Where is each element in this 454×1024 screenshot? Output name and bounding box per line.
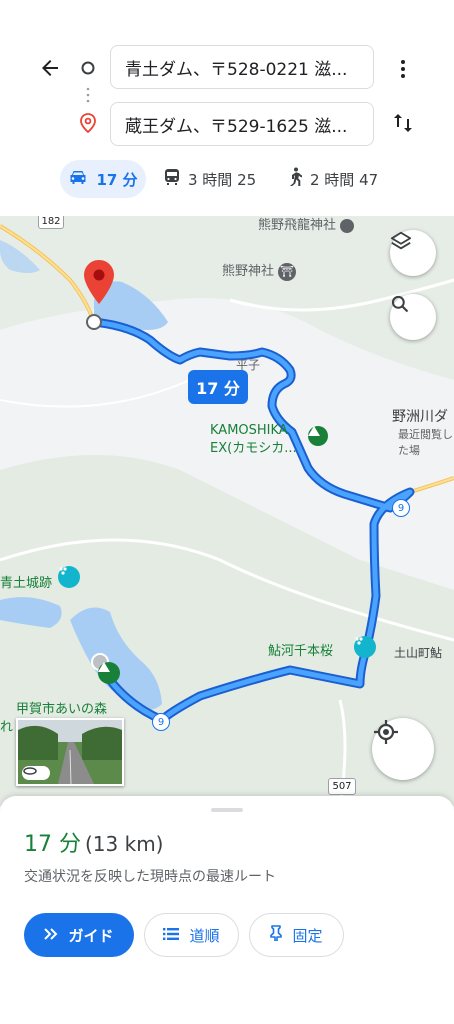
campground-icon[interactable]	[98, 662, 120, 684]
route-note: 交通状況を反映した現時点の最速ルート	[24, 869, 276, 885]
dots-connector-icon	[84, 86, 92, 104]
transit-icon	[164, 168, 180, 190]
walk-icon	[288, 167, 303, 191]
back-arrow-icon[interactable]	[34, 52, 66, 84]
landmark-icon[interactable]	[58, 566, 80, 588]
navigation-arrows-icon	[44, 926, 58, 944]
origin-circle-icon	[80, 60, 96, 76]
map-view[interactable]: 182 9 9 507 熊野飛龍神社 熊野神社 ⛩ 平子 野洲川ダ 最近閲覧した…	[0, 216, 454, 806]
route-summary: 17 分 (13 km)	[24, 826, 163, 858]
route-duration: 17 分	[24, 832, 81, 857]
guide-button[interactable]: ガイド	[24, 913, 134, 957]
steps-button[interactable]: 道順	[144, 913, 239, 957]
directions-header: 青土ダム、〒528-0221 滋... 蔵王ダム、〒529-1625 滋... …	[0, 0, 454, 216]
poi-ayukawa[interactable]: 鮎河千本桜	[268, 640, 333, 659]
my-location-button[interactable]	[372, 718, 434, 780]
guide-button-label: ガイド	[68, 926, 114, 945]
road-9-shield-north: 9	[392, 499, 410, 517]
route-time-badge[interactable]: 17 分	[188, 370, 248, 404]
search-button[interactable]	[390, 294, 436, 340]
layers-button[interactable]	[390, 230, 436, 276]
route-distance: (13 km)	[85, 832, 164, 856]
list-icon	[163, 926, 180, 944]
more-menu-icon[interactable]	[388, 54, 418, 84]
road-182-shield: 182	[38, 216, 64, 229]
shrine-icon	[340, 218, 355, 233]
poi-koka-ai[interactable]: 甲賀市あいの森	[16, 698, 107, 717]
poi-koka-sub: れ	[0, 720, 14, 735]
route-origin-dot	[86, 314, 102, 330]
pin-button[interactable]: 固定	[249, 913, 344, 957]
label-tsuchiyama: 土山町鮎	[394, 646, 443, 660]
street-view-icon	[22, 766, 50, 780]
poi-nosu-sub: 最近閲覧した場	[398, 428, 453, 457]
mode-transit-chip[interactable]: 3 時間 25	[164, 160, 256, 198]
route-summary-sheet: 17 分 (13 km) 交通状況を反映した現時点の最速ルート ガイド 道順 固…	[0, 796, 454, 1024]
poi-kumano[interactable]: 熊野神社 ⛩	[222, 260, 297, 281]
pin-button-label: 固定	[292, 926, 323, 945]
park-icon[interactable]	[354, 636, 376, 658]
destination-input[interactable]: 蔵王ダム、〒529-1625 滋...	[110, 102, 374, 146]
swap-icon[interactable]	[388, 108, 418, 138]
poi-nosu-dam[interactable]: 野洲川ダ	[392, 406, 448, 426]
pushpin-icon	[270, 925, 283, 945]
drag-handle[interactable]	[211, 808, 243, 812]
mode-walk-label: 2 時間 47	[310, 170, 379, 189]
poi-kumano-hiryu[interactable]: 熊野飛龍神社	[258, 216, 355, 233]
shrine-icon: ⛩	[278, 262, 297, 281]
mode-transit-label: 3 時間 25	[188, 170, 257, 189]
road-9-shield-south: 9	[152, 713, 170, 731]
mode-car-label: 17 分	[96, 170, 138, 189]
mode-car-chip[interactable]: 17 分	[60, 160, 146, 198]
car-icon	[68, 169, 88, 189]
road-507-shield: 507	[328, 778, 356, 795]
campground-icon[interactable]	[308, 426, 328, 446]
destination-pin-icon	[78, 112, 98, 134]
poi-ozuchi-castle[interactable]: 青土城跡	[0, 572, 52, 591]
steps-button-label: 道順	[189, 926, 220, 945]
poi-kamoshika[interactable]: KAMOSHIKA EX(カモシカ...	[210, 422, 297, 458]
street-view-thumbnail[interactable]	[16, 718, 124, 786]
mode-walk-chip[interactable]: 2 時間 47	[288, 160, 378, 198]
origin-input[interactable]: 青土ダム、〒528-0221 滋...	[110, 45, 374, 89]
